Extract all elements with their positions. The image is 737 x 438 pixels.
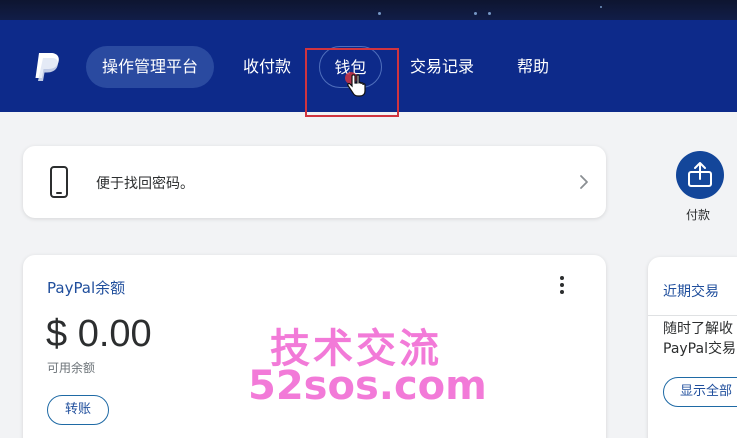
recent-activity-description: 随时了解收 PayPal交易 (663, 319, 736, 359)
recent-desc-line: 随时了解收 (663, 321, 733, 337)
right-panel: 付款 近期交易 随时了解收 PayPal交易 显示全部 (628, 112, 737, 438)
transfer-button[interactable]: 转账 (47, 395, 109, 425)
chevron-right-icon (580, 175, 588, 189)
balance-amount: $ 0.00 (46, 313, 152, 355)
star-dot (474, 12, 477, 15)
pay-label: 付款 (686, 208, 711, 222)
nav-tab-dashboard[interactable]: 操作管理平台 (86, 46, 214, 88)
top-nav-bar: 操作管理平台 收付款 钱包 交易记录 帮助 (0, 20, 737, 117)
nav-tab-help[interactable]: 帮助 (510, 46, 556, 88)
nav-tab-label: 收付款 (242, 57, 291, 76)
star-dot (378, 12, 381, 15)
nav-tab-label: 交易记录 (409, 57, 474, 76)
nav-tab-label: 操作管理平台 (101, 57, 198, 76)
recovery-notice-text: 便于找回密码。 (96, 176, 194, 192)
recent-desc-line: PayPal交易 (663, 341, 736, 357)
nav-tab-activity[interactable]: 交易记录 (403, 46, 481, 88)
paypal-logo-icon[interactable] (30, 50, 64, 82)
watermark-url: 52sos.com (248, 363, 487, 409)
star-dot (600, 6, 602, 8)
send-money-icon (688, 162, 712, 187)
divider (648, 315, 737, 316)
mobile-phone-icon (50, 166, 68, 198)
recovery-notice-card[interactable]: 便于找回密码。 (23, 146, 606, 218)
show-all-button[interactable]: 显示全部 (663, 377, 737, 407)
pay-button[interactable] (676, 151, 724, 199)
balance-subtitle: 可用余额 (47, 361, 96, 375)
recent-activity-title: 近期交易 (663, 284, 719, 300)
nav-tab-label: 帮助 (516, 57, 549, 76)
more-options-icon[interactable] (559, 276, 565, 296)
nav-tab-send-receive[interactable]: 收付款 (236, 46, 298, 88)
star-dot (488, 12, 491, 15)
hand-cursor-icon (345, 72, 366, 97)
recent-activity-card: 近期交易 随时了解收 PayPal交易 显示全部 (648, 257, 737, 438)
balance-title[interactable]: PayPal余额 (47, 277, 125, 298)
